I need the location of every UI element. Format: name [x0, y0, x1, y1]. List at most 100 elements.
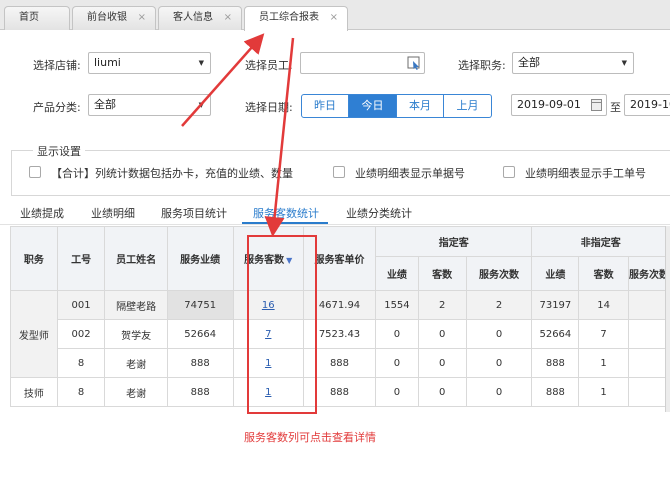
cell-d-customers: 2 [417, 290, 467, 320]
date-to-input[interactable]: 2019-10 [624, 94, 670, 116]
show-bill-number-label: 业绩明细表显示单据号 [355, 167, 465, 180]
service-customer-table: 职务 工号 员工姓名 服务业绩 服务客数 ▼ 服务客单价 指定客 非指定客 业绩 … [10, 226, 670, 407]
show-bill-number-checkbox[interactable] [333, 166, 345, 178]
horizontal-scroll-edge[interactable] [665, 226, 670, 412]
cell-n-customers: 1 [578, 348, 629, 378]
cell-service-revenue: 888 [166, 348, 234, 378]
cell-d-times: 0 [465, 319, 533, 349]
table-row: 技师 8 老谢 888 1 888 0 0 0 888 1 [10, 377, 670, 407]
cell-d-revenue: 0 [375, 377, 419, 407]
date-last-month-button[interactable]: 上月 [444, 94, 492, 118]
tab-divider [0, 224, 670, 225]
date-today-button[interactable]: 今日 [349, 94, 397, 118]
close-icon[interactable]: × [138, 7, 146, 29]
cell-job: 技师 [10, 377, 58, 407]
category-select[interactable]: 全部 ▼ [88, 94, 211, 116]
active-tab-indicator [242, 222, 328, 224]
date-range-separator: 至 [610, 101, 621, 114]
table-row: 发型师 001 隔壁老路 74751 16 4671.94 1554 2 2 7… [10, 290, 670, 378]
date-this-month-button[interactable]: 本月 [397, 94, 444, 118]
header-non-designated: 非指定客 [531, 226, 670, 257]
cell-n-customers: 7 [578, 319, 629, 349]
tab-home-label: 首页 [19, 12, 39, 23]
header-emp-no: 工号 [56, 226, 106, 291]
cell-d-times: 0 [465, 348, 533, 378]
cell-emp-name: 隔壁老路 [104, 290, 168, 320]
show-manual-number-checkbox[interactable] [503, 166, 515, 178]
cell-n-times [627, 319, 670, 349]
table-row: 002 贺学友 52664 7 7523.43 0 0 0 52664 7 [11, 319, 670, 349]
cell-d-times: 2 [465, 290, 533, 320]
picker-icon[interactable] [407, 56, 421, 70]
category-label: 产品分类: [33, 101, 81, 114]
cell-emp-no: 8 [56, 377, 106, 407]
cell-n-revenue: 73197 [531, 290, 580, 320]
date-yesterday-button[interactable]: 昨日 [301, 94, 349, 118]
tab-front-desk[interactable]: 前台收银 × [72, 6, 156, 30]
header-n-customers: 客数 [578, 256, 629, 291]
chevron-down-icon: ▼ [198, 59, 204, 67]
tab-service-item-stats[interactable]: 服务项目统计 [161, 205, 227, 225]
cell-job: 发型师 [10, 290, 58, 378]
job-select[interactable]: 全部 ▼ [512, 52, 634, 74]
date-label: 选择日期: [245, 101, 293, 114]
cell-service-revenue: 74751 [166, 290, 234, 320]
cell-d-customers: 0 [417, 377, 467, 407]
header-job: 职务 [10, 226, 58, 291]
store-label: 选择店铺: [33, 59, 81, 72]
calendar-icon[interactable] [591, 99, 602, 111]
date-from-value: 2019-09-01 [517, 98, 581, 111]
tab-employee-report-label: 员工综合报表 [259, 12, 319, 23]
employee-label: 选择员工: [245, 59, 293, 72]
tab-performance-category-stats[interactable]: 业绩分类统计 [346, 205, 412, 225]
include-card-recharge-label: 【合计】列统计数据包括办卡，充值的业绩、数量 [51, 167, 293, 180]
date-from-input[interactable]: 2019-09-01 [511, 94, 607, 116]
show-manual-number-label: 业绩明细表显示手工单号 [525, 167, 646, 180]
tab-performance-detail[interactable]: 业绩明细 [91, 205, 135, 225]
cell-emp-no: 8 [56, 348, 106, 378]
header-service-revenue: 服务业绩 [166, 226, 234, 291]
header-n-times: 服务次数 [627, 256, 670, 291]
include-card-recharge-checkbox[interactable] [29, 166, 41, 178]
cell-service-revenue: 888 [166, 377, 234, 407]
tab-home[interactable]: 首页 [4, 6, 70, 30]
window-tab-strip: 首页 前台收银 × 客人信息 × 员工综合报表 × [0, 0, 670, 31]
cell-d-customers: 0 [417, 319, 467, 349]
category-select-value: 全部 [94, 98, 116, 111]
cell-d-revenue: 0 [375, 319, 419, 349]
annotation-highlight-box [247, 235, 317, 414]
cell-n-customers: 1 [578, 377, 629, 407]
tab-front-desk-label: 前台收银 [87, 12, 127, 23]
cell-emp-no: 002 [56, 319, 106, 349]
chevron-down-icon: ▼ [198, 101, 204, 109]
close-icon[interactable]: × [330, 7, 338, 29]
date-to-value: 2019-10 [630, 98, 670, 111]
chevron-down-icon: ▼ [621, 59, 627, 67]
header-d-revenue: 业绩 [375, 256, 419, 291]
cell-n-customers: 14 [578, 290, 629, 320]
cell-d-revenue: 1554 [375, 290, 419, 320]
cell-emp-name: 老谢 [104, 377, 168, 407]
display-settings-legend: 显示设置 [33, 143, 85, 159]
table-row: 8 老谢 888 1 888 0 0 0 888 1 [11, 348, 670, 378]
tab-performance-commission[interactable]: 业绩提成 [20, 205, 64, 225]
tab-employee-report[interactable]: 员工综合报表 × [244, 6, 348, 31]
header-d-times: 服务次数 [465, 256, 533, 291]
cell-n-revenue: 888 [531, 377, 580, 407]
cell-n-revenue: 888 [531, 348, 580, 378]
employee-picker[interactable] [300, 52, 425, 74]
tab-customer-info-label: 客人信息 [173, 12, 213, 23]
header-emp-name: 员工姓名 [104, 226, 168, 291]
annotation-caption: 服务客数列可点击查看详情 [244, 431, 376, 444]
cell-n-times [627, 348, 670, 378]
tab-customer-info[interactable]: 客人信息 × [158, 6, 242, 30]
cell-d-customers: 0 [417, 348, 467, 378]
job-select-value: 全部 [518, 56, 540, 69]
cell-n-times [627, 290, 670, 320]
close-icon[interactable]: × [224, 7, 232, 29]
job-label: 选择职务: [458, 59, 506, 72]
header-d-customers: 客数 [417, 256, 467, 291]
header-n-revenue: 业绩 [531, 256, 580, 291]
cell-n-revenue: 52664 [531, 319, 580, 349]
store-select[interactable]: liumi ▼ [88, 52, 211, 74]
